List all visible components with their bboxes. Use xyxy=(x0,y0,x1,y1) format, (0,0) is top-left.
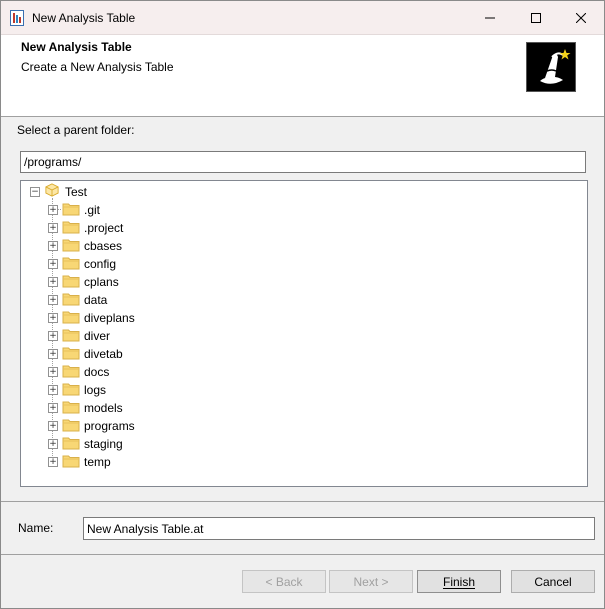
folder-icon xyxy=(62,329,80,342)
tree-node-label: data xyxy=(84,293,108,307)
expand-icon[interactable]: + xyxy=(48,331,58,341)
tree-node-label: divetab xyxy=(84,347,123,361)
tree-node-folder[interactable]: + models xyxy=(21,398,321,416)
folder-icon xyxy=(62,347,80,360)
finish-button[interactable]: Finish xyxy=(417,570,501,593)
tree-node-folder[interactable]: + .git xyxy=(21,200,321,218)
tree-node-label: docs xyxy=(84,365,110,379)
wizard-hat-icon xyxy=(526,42,576,92)
new-analysis-table-dialog: New Analysis Table New Analysis Table Cr… xyxy=(0,0,605,609)
cancel-button[interactable]: Cancel xyxy=(511,570,595,593)
tree-node-folder[interactable]: + diver xyxy=(21,326,321,344)
folder-icon xyxy=(62,437,80,450)
tree-node-label: .git xyxy=(84,203,101,217)
tree-node-folder[interactable]: + logs xyxy=(21,380,321,398)
folder-icon xyxy=(62,401,80,414)
divider xyxy=(1,501,604,502)
window-title: New Analysis Table xyxy=(32,11,136,25)
tree-node-folder[interactable]: + data xyxy=(21,290,321,308)
expand-icon[interactable]: + xyxy=(48,313,58,323)
expand-icon[interactable]: + xyxy=(48,241,58,251)
tree-node-label: Test xyxy=(65,185,88,199)
tree-node-label: logs xyxy=(84,383,107,397)
tree-node-folder[interactable]: + programs xyxy=(21,416,321,434)
next-button[interactable]: Next > xyxy=(329,570,413,593)
expand-icon[interactable]: + xyxy=(48,367,58,377)
close-icon xyxy=(576,12,586,23)
parent-folder-label: Select a parent folder: xyxy=(17,123,135,137)
tree-node-label: temp xyxy=(84,455,111,469)
minimize-button[interactable] xyxy=(467,1,513,34)
project-cube-icon xyxy=(45,183,59,197)
name-input[interactable] xyxy=(83,517,595,540)
tree-node-folder[interactable]: + temp xyxy=(21,452,321,470)
collapse-icon[interactable]: − xyxy=(30,187,40,197)
tree-node-folder[interactable]: + divetab xyxy=(21,344,321,362)
folder-icon xyxy=(62,257,80,270)
folder-icon xyxy=(62,365,80,378)
cancel-label: Cancel xyxy=(534,574,572,589)
tree-node-label: cbases xyxy=(84,239,123,253)
wizard-subtitle: Create a New Analysis Table xyxy=(21,60,174,74)
close-button[interactable] xyxy=(558,1,604,34)
expand-icon[interactable]: + xyxy=(48,349,58,359)
maximize-icon xyxy=(531,12,541,23)
parent-folder-input[interactable] xyxy=(20,151,586,173)
folder-icon xyxy=(62,203,80,216)
expand-icon[interactable]: + xyxy=(48,223,58,233)
folder-icon xyxy=(62,419,80,432)
name-label: Name: xyxy=(18,521,54,535)
expand-icon[interactable]: + xyxy=(48,259,58,269)
tree-node-label: models xyxy=(84,401,123,415)
tree-node-label: cplans xyxy=(84,275,119,289)
tree-node-label: diveplans xyxy=(84,311,135,325)
folder-icon xyxy=(62,455,80,468)
tree-node-label: config xyxy=(84,257,117,271)
wizard-header: New Analysis Table Create a New Analysis… xyxy=(1,35,604,117)
expand-icon[interactable]: + xyxy=(48,277,58,287)
app-icon xyxy=(10,10,24,26)
tree-node-root[interactable]: − Test xyxy=(21,182,321,200)
folder-icon xyxy=(62,275,80,288)
folder-icon xyxy=(62,311,80,324)
tree-node-folder[interactable]: + config xyxy=(21,254,321,272)
divider xyxy=(1,554,604,555)
tree-node-folder[interactable]: + cplans xyxy=(21,272,321,290)
expand-icon[interactable]: + xyxy=(48,439,58,449)
tree-node-label: programs xyxy=(84,419,135,433)
back-button[interactable]: < Back xyxy=(242,570,326,593)
folder-icon xyxy=(62,221,80,234)
expand-icon[interactable]: + xyxy=(48,295,58,305)
tree-node-folder[interactable]: + cbases xyxy=(21,236,321,254)
minimize-icon xyxy=(485,17,495,18)
folder-icon xyxy=(62,239,80,252)
folder-tree[interactable]: − Test + .git + .project + cbases + conf… xyxy=(20,180,588,487)
expand-icon[interactable]: + xyxy=(48,205,58,215)
folder-icon xyxy=(62,383,80,396)
title-bar[interactable]: New Analysis Table xyxy=(1,1,604,35)
tree-node-folder[interactable]: + diveplans xyxy=(21,308,321,326)
tree-node-label: diver xyxy=(84,329,111,343)
folder-icon xyxy=(62,293,80,306)
expand-icon[interactable]: + xyxy=(48,385,58,395)
tree-node-label: .project xyxy=(84,221,124,235)
tree-node-folder[interactable]: + docs xyxy=(21,362,321,380)
maximize-button[interactable] xyxy=(513,1,559,34)
expand-icon[interactable]: + xyxy=(48,403,58,413)
expand-icon[interactable]: + xyxy=(48,421,58,431)
tree-node-folder[interactable]: + staging xyxy=(21,434,321,452)
expand-icon[interactable]: + xyxy=(48,457,58,467)
wizard-title: New Analysis Table xyxy=(21,40,132,54)
tree-node-label: staging xyxy=(84,437,123,451)
finish-label: Finish xyxy=(442,574,475,589)
tree-node-folder[interactable]: + .project xyxy=(21,218,321,236)
